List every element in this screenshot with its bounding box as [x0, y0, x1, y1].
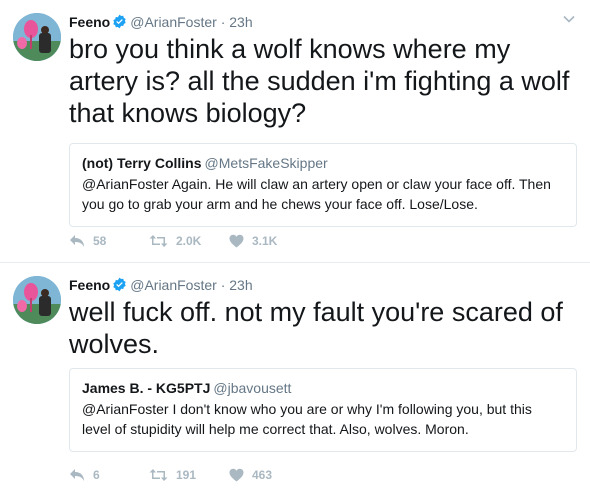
separator-dot: ·: [220, 14, 226, 30]
tweet[interactable]: Feeno @ArianFoster · 23h well fuck off. n…: [0, 263, 590, 497]
retweet-button[interactable]: 2.0K: [149, 234, 229, 248]
tweet-header: Feeno @ArianFoster · 23h: [69, 13, 560, 33]
author-name[interactable]: Feeno: [69, 14, 110, 30]
tweet-time[interactable]: 23h: [229, 14, 252, 30]
author-handle[interactable]: @ArianFoster: [130, 14, 217, 30]
quoted-tweet[interactable]: James B. - KG5PTJ @jbavousett @ArianFoste…: [69, 368, 577, 452]
tweet-text: bro you think a wolf knows where my arte…: [69, 34, 570, 128]
quoted-tweet[interactable]: (not) Terry Collins @MetsFakeSkipper @Ari…: [69, 143, 577, 227]
like-button[interactable]: 3.1K: [229, 234, 309, 248]
tweet-time[interactable]: 23h: [229, 277, 252, 293]
verified-badge-icon: [112, 14, 127, 33]
chevron-down-icon[interactable]: [562, 12, 576, 26]
tweet-text: well fuck off. not my fault you're scare…: [69, 297, 563, 359]
tweet[interactable]: Feeno @ArianFoster · 23h bro you think a …: [0, 0, 590, 263]
avatar[interactable]: [13, 276, 61, 324]
tweet-actions: 58 2.0K 3.1K: [69, 232, 309, 250]
reply-count: 6: [93, 468, 100, 482]
quoted-author-handle: @MetsFakeSkipper: [204, 155, 328, 171]
quoted-author-handle: @jbavousett: [213, 380, 292, 396]
quoted-tweet-text: @ArianFoster I don't know who you are or…: [82, 401, 532, 437]
author-name[interactable]: Feeno: [69, 277, 110, 293]
author-handle[interactable]: @ArianFoster: [130, 277, 217, 293]
reply-button[interactable]: 6: [69, 468, 149, 482]
quoted-tweet-text: @ArianFoster Again. He will claw an arte…: [82, 176, 551, 212]
reply-icon: [70, 469, 84, 481]
tweet-header: Feeno @ArianFoster · 23h: [69, 276, 560, 296]
retweet-icon: [149, 235, 168, 247]
reply-button[interactable]: 58: [69, 234, 149, 248]
reply-icon: [70, 235, 84, 247]
retweet-button[interactable]: 191: [149, 468, 229, 482]
like-icon: [229, 468, 244, 482]
quoted-author-name: (not) Terry Collins: [82, 155, 202, 171]
verified-badge-icon: [112, 277, 127, 296]
like-button[interactable]: 463: [229, 468, 309, 482]
like-count: 3.1K: [252, 234, 278, 248]
like-count: 463: [252, 468, 273, 482]
avatar[interactable]: [13, 13, 61, 61]
retweet-icon: [149, 469, 168, 481]
quoted-author-name: James B. - KG5PTJ: [82, 380, 211, 396]
tweet-actions: 6 191 463: [69, 466, 309, 484]
separator-dot: ·: [220, 277, 226, 293]
like-icon: [229, 234, 244, 248]
retweet-count: 191: [176, 468, 197, 482]
reply-count: 58: [93, 234, 107, 248]
retweet-count: 2.0K: [176, 234, 202, 248]
